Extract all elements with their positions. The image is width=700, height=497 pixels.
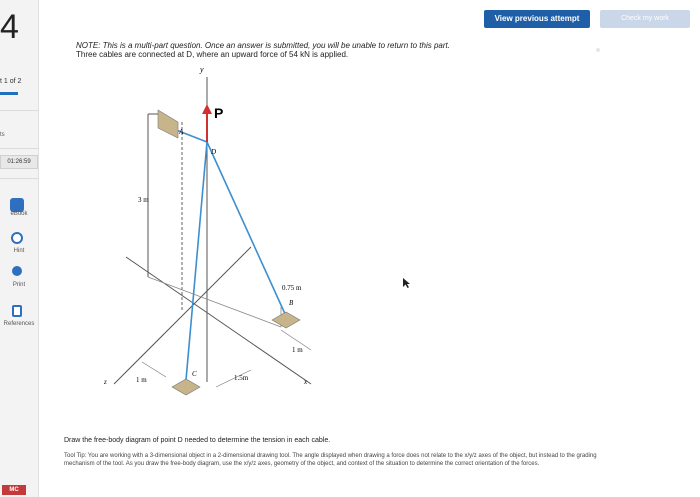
points-label: ts	[0, 132, 5, 138]
floor-guide	[147, 276, 282, 328]
references-icon	[12, 305, 22, 317]
timer: 01:26:59	[0, 155, 38, 169]
note-line: Three cables are connected at D, where a…	[76, 50, 349, 59]
force-p-arrowhead	[202, 104, 212, 114]
point-c-label: C	[192, 370, 197, 378]
dimension-1m-right-label: 1 m	[292, 346, 303, 354]
check-my-work-button[interactable]: Check my work	[600, 10, 690, 28]
tool-tip-text: Tool Tip: You are working with a 3-dimen…	[64, 453, 597, 467]
decorative-dot	[596, 48, 600, 52]
view-previous-attempt-button[interactable]: View previous attempt	[484, 10, 590, 28]
sidebar-item-label: Print	[12, 282, 26, 288]
dimension-1m-left-label: 1 m	[136, 376, 147, 384]
left-sidebar: 4 t 1 of 2 ts 01:26:59 eBook Hint Print …	[0, 0, 39, 497]
question-note: NOTE: This is a multi-part question. Onc…	[76, 41, 556, 59]
z-axis-label: z	[103, 378, 107, 386]
sidebar-item-label: Hint	[13, 248, 25, 254]
sidebar-divider	[0, 178, 38, 179]
note-line: NOTE: This is a multi-part question. Onc…	[76, 41, 450, 50]
mouse-cursor-icon	[403, 278, 410, 288]
mc-logo: MC	[2, 485, 26, 495]
sidebar-item-label: References	[3, 321, 35, 327]
cable-diagram: y P A D 3 m 0.75 m B 1 m C 1 m 1.5m z x	[103, 65, 312, 396]
point-d-label: D	[210, 148, 216, 156]
sidebar-divider	[0, 110, 38, 111]
dimension-075m-label: 0.75 m	[282, 284, 302, 292]
book-icon	[10, 198, 24, 212]
sidebar-divider	[0, 148, 38, 149]
sidebar-item-label: eBook	[10, 211, 28, 217]
dimension-3m-label: 3 m	[138, 196, 149, 204]
print-icon	[12, 266, 22, 276]
cable-db	[206, 141, 287, 317]
support-c	[171, 378, 201, 396]
y-axis-label: y	[199, 65, 204, 74]
force-p-label: P	[214, 105, 223, 121]
part-progress-bar	[0, 92, 18, 95]
dimension-line	[141, 361, 167, 378]
point-a-label: A	[178, 128, 184, 136]
dimension-15m-label: 1.5m	[234, 374, 249, 382]
cable-dc	[185, 141, 208, 381]
question-number: 4	[0, 8, 19, 46]
part-indicator: t 1 of 2	[0, 78, 22, 85]
point-b-label: B	[289, 299, 294, 307]
support-a	[157, 109, 179, 139]
instruction-text: Draw the free-body diagram of point D ne…	[64, 437, 331, 444]
globe-icon	[11, 232, 23, 244]
